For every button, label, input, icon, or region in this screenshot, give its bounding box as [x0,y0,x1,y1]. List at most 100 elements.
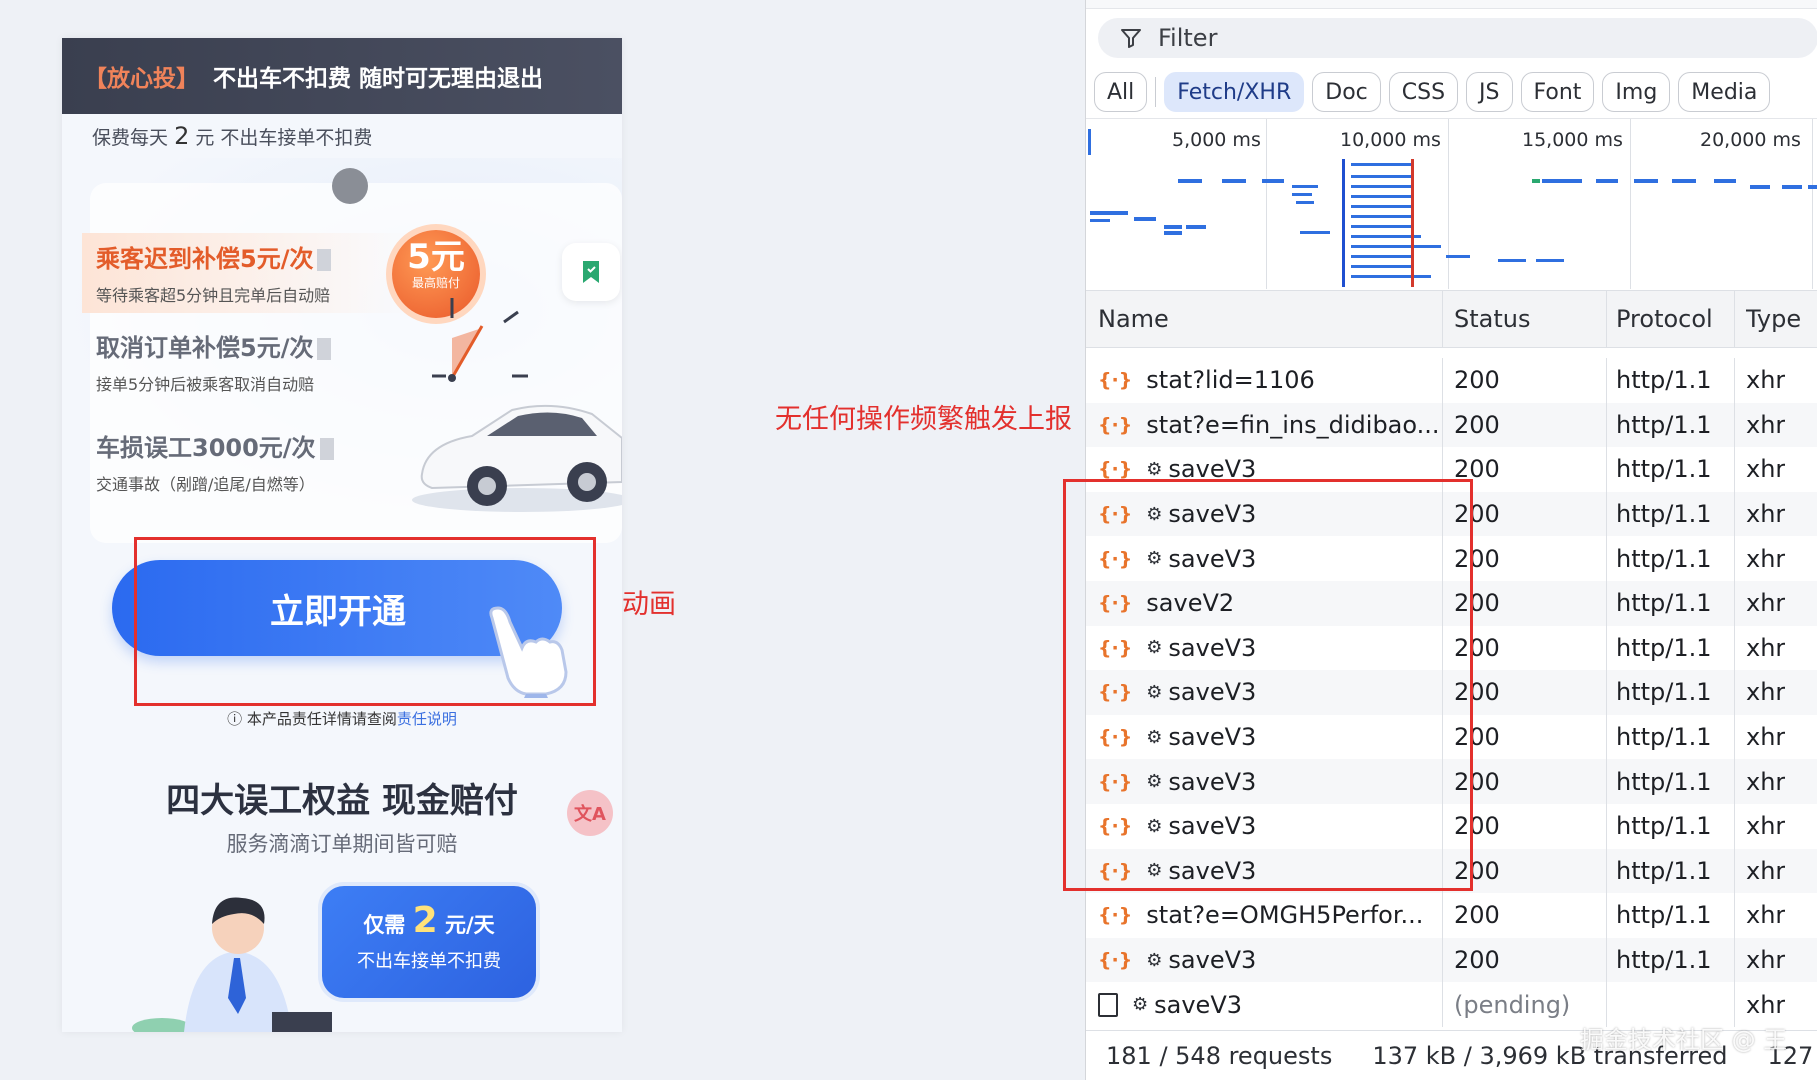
column-status[interactable]: Status [1454,291,1530,347]
benefit-desc: 接单5分钟后被乘客取消自动赔 [96,375,315,394]
request-type: xhr [1746,500,1786,529]
column-separator [1606,893,1607,938]
column-protocol[interactable]: Protocol [1616,291,1713,347]
bubble-line2: 不出车接单不扣费 [357,951,501,972]
xhr-icon: {·} [1098,949,1133,972]
xhr-icon: {·} [1098,369,1133,392]
filter-font[interactable]: Font [1520,72,1595,112]
request-row[interactable]: {·} stat?lid=1106 200 http/1.1 xhr [1086,358,1817,403]
bubble-prefix: 仅需 [363,913,406,937]
request-row[interactable]: {·} stat?e=OMGH5Perfor... 200 http/1.1 xhr [1086,893,1817,938]
column-separator [1606,625,1607,671]
limit-tag-icon [317,249,332,271]
request-protocol: http/1.1 [1616,856,1712,885]
request-name: stat?lid=1106 [1146,366,1315,395]
column-separator [1442,893,1443,938]
xhr-icon: {·} [1098,904,1133,927]
request-protocol: http/1.1 [1616,633,1712,662]
benefit-desc: 等待乘客超5分钟且完单后自动赔 [96,286,331,305]
watermark: 掘金技术社区 @ 王 [1580,1026,1788,1054]
benefit-title: 取消订单补偿5元/次 [96,334,314,362]
column-separator [1734,447,1735,492]
mobile-insurance-page: 【放心投】 不出车不扣费 随时可无理由退出 保费每天 2 元 不出车接单不扣费 … [62,38,622,1032]
filter-doc[interactable]: Doc [1312,72,1381,112]
request-status: 200 [1454,366,1500,395]
bubble-suffix: 元/天 [445,913,495,937]
premium-number: 2 [174,122,190,150]
column-separator [1606,358,1607,403]
request-status: 200 [1454,410,1500,439]
timeline-waterfall-bars [1088,129,1817,287]
column-separator [1734,759,1735,804]
column-separator[interactable] [1734,291,1735,347]
column-separator [1606,491,1607,537]
column-separator [1442,358,1443,403]
request-status: (pending) [1454,990,1571,1019]
frequent-report-label: 无任何操作频繁触发上报 [775,404,1072,435]
request-name-cell: {·} stat?lid=1106 [1098,358,1438,403]
promo-tag: 【放心投】 [84,66,199,92]
animation-label: 动画 [622,589,676,620]
column-name[interactable]: Name [1098,291,1169,347]
column-separator [1734,358,1735,403]
column-separator [1606,803,1607,849]
drag-handle[interactable] [332,168,368,204]
benefit-late-passenger: 乘客迟到补偿5元/次 等待乘客超5分钟且完单后自动赔 [82,233,412,313]
request-type: xhr [1746,723,1786,752]
animation-highlight-box [134,537,596,706]
filter-js[interactable]: JS [1466,72,1513,112]
request-type: xhr [1746,410,1786,439]
column-separator [1734,937,1735,983]
filter-all[interactable]: All [1094,72,1148,112]
column-separator [1606,759,1607,804]
benefit-title: 乘客迟到补偿5元/次 [96,245,314,273]
promo-slogan: 不出车不扣费 随时可无理由退出 [213,66,544,92]
request-name: saveV3 [1168,946,1257,975]
column-separator [1734,670,1735,715]
responsibility-link[interactable]: 责任说明 [397,710,457,728]
section-title: 四大误工权益 现金赔付 [166,781,518,821]
request-row[interactable]: {·} ⚙ saveV3 200 http/1.1 xhr [1086,937,1817,983]
promo-header: 【放心投】 不出车不扣费 随时可无理由退出 [62,38,622,114]
column-separator [1606,670,1607,715]
request-name: stat?e=OMGH5Perfor... [1146,901,1424,930]
column-separator [1734,625,1735,671]
filter-fetch-xhr[interactable]: Fetch/XHR [1164,72,1305,112]
column-separator [1734,491,1735,537]
request-name-cell: {·} stat?e=OMGH5Perfor... [1098,893,1438,938]
filter-img[interactable]: Img [1602,72,1671,112]
request-type: xhr [1746,455,1786,484]
filter-css[interactable]: CSS [1388,72,1459,112]
request-type: xhr [1746,767,1786,796]
request-name: stat?e=fin_ins_didibao... [1146,410,1438,439]
request-protocol: http/1.1 [1616,500,1712,529]
request-type: xhr [1746,812,1786,841]
column-separator [1734,714,1735,760]
column-separator [1606,402,1607,448]
note-text: ⓘ 本产品责任详情请查阅 [227,710,397,728]
column-type[interactable]: Type [1746,291,1801,347]
network-timeline-overview[interactable]: 5,000 ms 10,000 ms 15,000 ms 20,000 ms [1086,118,1817,289]
gear-icon: ⚙ [1146,949,1163,971]
benefit-title: 车损误工3000元/次 [96,434,316,462]
benefit-cancel-order: 取消订单补偿5元/次 接单5分钟后被乘客取消自动赔 [82,328,382,395]
filter-input[interactable]: Filter [1098,18,1817,58]
request-type: xhr [1746,633,1786,662]
request-name-cell: ⚙ saveV3 [1098,982,1438,1027]
column-separator [1606,447,1607,492]
column-separator [1734,848,1735,894]
request-row[interactable]: {·} stat?e=fin_ins_didibao... 200 http/1.1 x… [1086,402,1817,448]
xhr-icon: {·} [1098,413,1133,436]
column-separator[interactable] [1442,291,1443,347]
column-separator[interactable] [1606,291,1607,347]
request-protocol: http/1.1 [1616,410,1712,439]
column-separator [1442,402,1443,448]
section-subtitle: 服务滴滴订单期间皆可赔 [226,832,458,856]
bubble-number: 2 [412,900,438,941]
translate-icon[interactable]: 文A [567,790,613,836]
column-separator [1606,848,1607,894]
premium-suffix: 元 不出车接单不扣费 [195,127,373,149]
filter-media[interactable]: Media [1678,72,1771,112]
request-protocol: http/1.1 [1616,678,1712,707]
gear-icon: ⚙ [1132,994,1149,1016]
